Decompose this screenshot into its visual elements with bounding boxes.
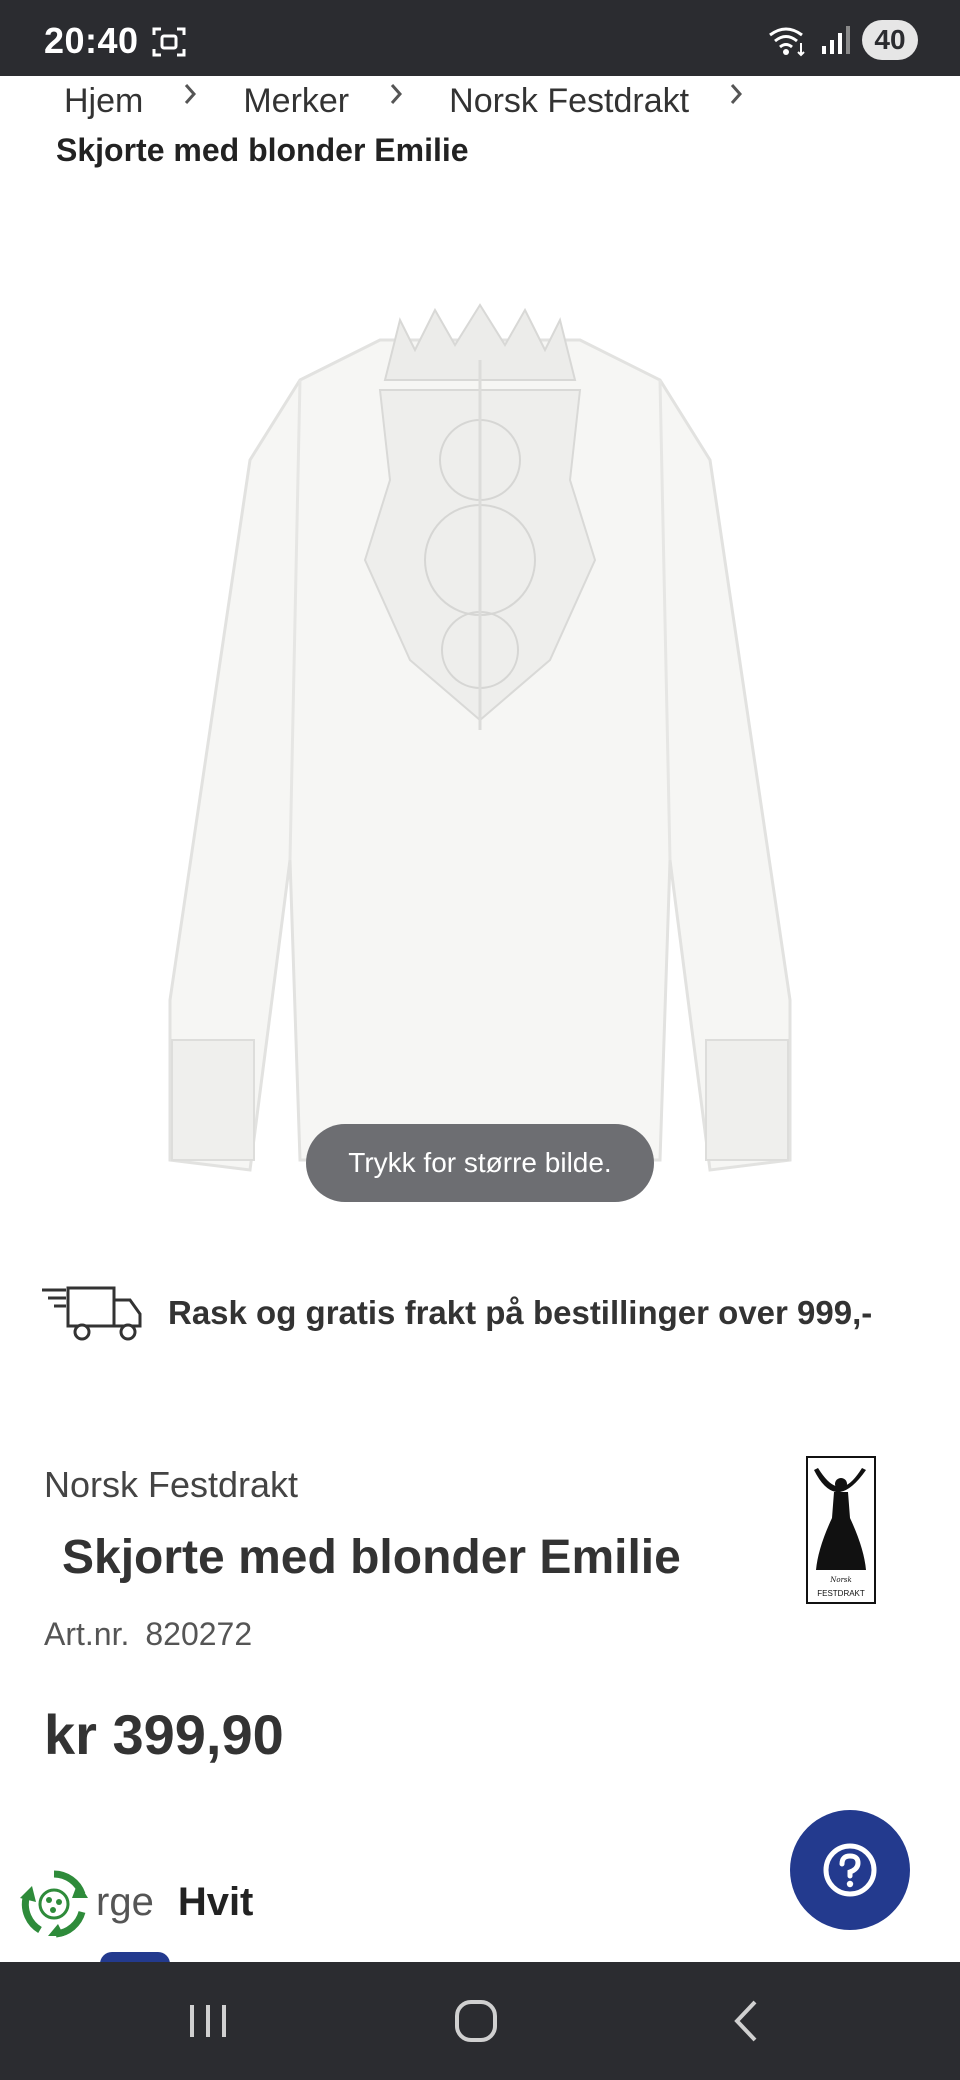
price: kr 399,90 xyxy=(44,1703,284,1766)
signal-icon xyxy=(822,26,850,54)
question-mark-icon xyxy=(823,1843,877,1897)
brand-name[interactable]: Norsk Festdrakt xyxy=(44,1464,298,1506)
breadcrumb-current: Skjorte med blonder Emilie xyxy=(56,132,469,168)
chevron-right-icon xyxy=(391,83,403,104)
wifi-icon xyxy=(769,27,805,57)
back-button[interactable] xyxy=(686,1962,806,2080)
status-time: 20:40 xyxy=(44,20,139,61)
breadcrumb-home[interactable]: Hjem xyxy=(64,82,143,121)
color-label: rge xyxy=(96,1880,154,1924)
product-image[interactable] xyxy=(150,300,810,1200)
brand-logo[interactable]: Norsk FESTDRAKT xyxy=(806,1456,876,1604)
status-icons: 40 xyxy=(768,20,918,60)
recent-apps-button[interactable] xyxy=(148,1962,268,2080)
navigation-bar xyxy=(0,1962,960,2080)
artnr-value: 820272 xyxy=(145,1616,253,1652)
shipping-info: Rask og gratis frakt på bestillinger ove… xyxy=(40,1284,872,1342)
back-icon xyxy=(734,2000,757,2042)
logo-text-festdrakt: FESTDRAKT xyxy=(817,1589,865,1598)
battery-indicator: 40 xyxy=(862,20,918,60)
color-value: Hvit xyxy=(177,1880,254,1924)
article-number: Art.nr. 820272 xyxy=(44,1616,252,1653)
zoom-hint[interactable]: Trykk for større bilde. xyxy=(306,1124,654,1202)
screenshot-icon xyxy=(152,27,186,57)
recent-apps-icon xyxy=(190,2005,226,2037)
breadcrumb: Hjem Merker Norsk Festdrakt xyxy=(64,82,789,121)
breadcrumb-brands[interactable]: Merker xyxy=(243,82,349,121)
recycle-icon[interactable] xyxy=(18,1868,90,1940)
color-row: rge Hvit xyxy=(96,1880,253,1925)
home-icon xyxy=(455,2000,497,2042)
shipping-text: Rask og gratis frakt på bestillinger ove… xyxy=(168,1294,873,1331)
product-title: Skjorte med blonder Emilie xyxy=(62,1531,681,1584)
status-bar: 20:40 40 xyxy=(0,0,960,76)
help-button[interactable] xyxy=(790,1810,910,1930)
breadcrumb-brand[interactable]: Norsk Festdrakt xyxy=(449,82,689,121)
chevron-right-icon xyxy=(730,83,743,104)
chevron-right-icon xyxy=(185,83,197,104)
logo-text-norsk: Norsk xyxy=(829,1576,852,1584)
truck-icon xyxy=(42,1286,142,1341)
home-button[interactable] xyxy=(416,1962,536,2080)
artnr-label: Art.nr. xyxy=(44,1616,130,1652)
